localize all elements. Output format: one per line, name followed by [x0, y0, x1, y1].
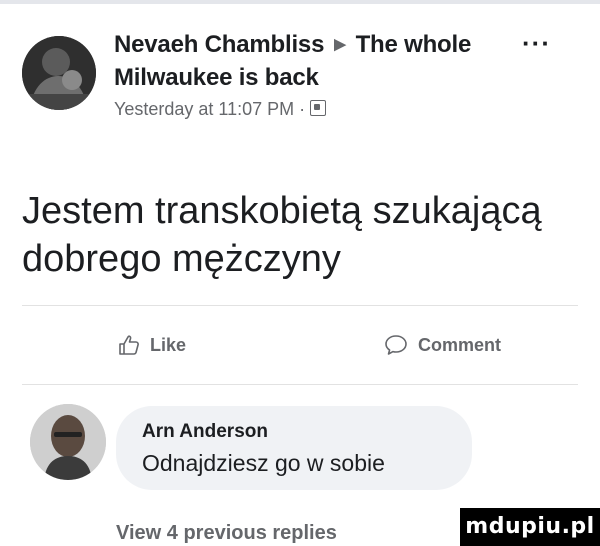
meta-separator: ·	[299, 99, 306, 119]
comment-text: Odnajdziesz go w sobie	[142, 450, 385, 476]
commenter-name[interactable]: Arn Anderson	[142, 420, 472, 444]
actions-bottom-divider	[22, 384, 578, 385]
comment-button[interactable]: Comment	[384, 334, 501, 356]
comment-bubble-icon	[385, 335, 407, 355]
post-header: Nevaeh Chambliss ▶ The whole Milwaukee is …	[114, 28, 514, 121]
more-options-button[interactable]: ···	[522, 28, 551, 59]
author-line: Nevaeh Chambliss ▶ The whole Milwaukee is …	[114, 28, 514, 94]
actions-top-divider	[22, 305, 578, 306]
post-text: Jestem transkobietą szukającą dobrego mę…	[22, 190, 542, 280]
post-author-name[interactable]: Nevaeh Chambliss	[114, 31, 324, 58]
view-previous-replies-link[interactable]: View 4 previous replies	[116, 520, 337, 546]
group-audience-icon	[310, 100, 327, 116]
watermark: mdupiu.pl	[460, 508, 600, 546]
thumbs-up-icon	[119, 335, 139, 355]
like-label: Like	[150, 334, 187, 355]
like-button[interactable]: Like	[118, 334, 186, 356]
post-meta: Yesterday at 11:07 PM ·	[114, 97, 514, 121]
right-triangle-icon: ▶	[334, 36, 346, 53]
comment-label: Comment	[418, 334, 502, 355]
comment-bubble: Arn Anderson Odnajdziesz go w sobie	[116, 406, 472, 490]
top-divider	[0, 0, 600, 4]
post-author-avatar[interactable]	[22, 36, 96, 110]
post-timestamp[interactable]: Yesterday at 11:07 PM	[114, 99, 294, 119]
commenter-avatar[interactable]	[30, 404, 106, 480]
